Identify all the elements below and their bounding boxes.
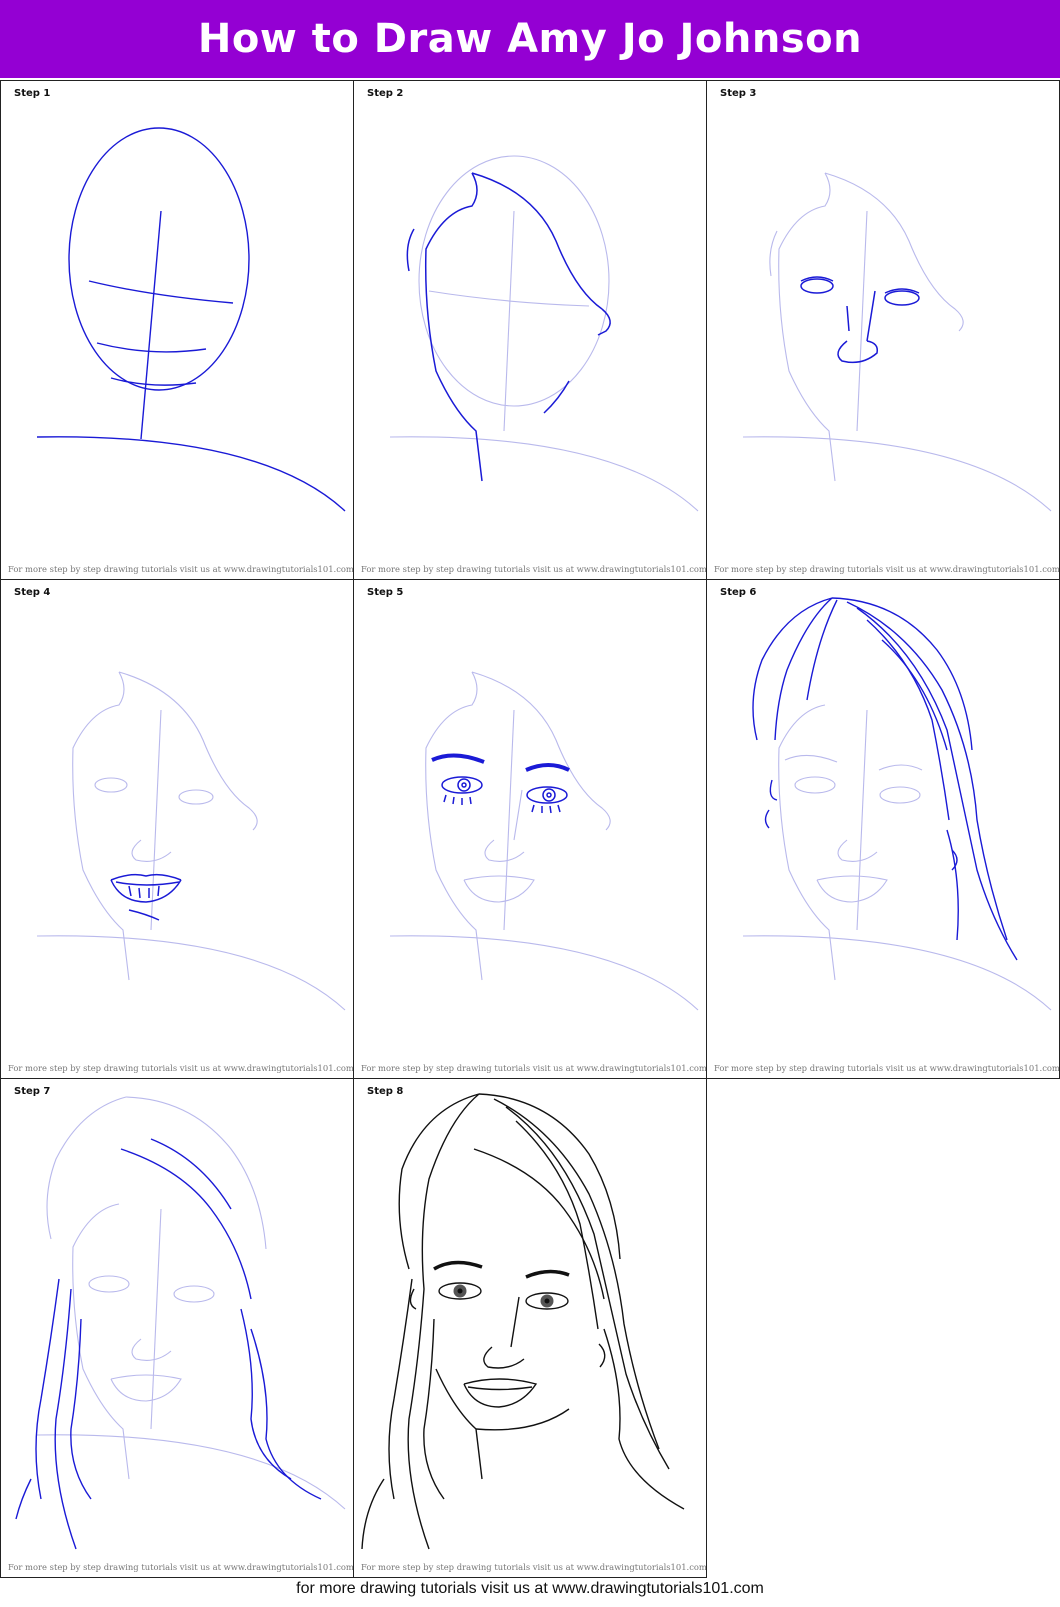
step-1-drawing: [36, 127, 346, 512]
step-8-label: Step 8: [367, 1086, 404, 1097]
step-3-label: Step 3: [720, 88, 757, 99]
step-2-label: Step 2: [367, 88, 404, 99]
step-8-panel: Step 8 For more step by step drawing tut…: [353, 1078, 707, 1578]
step-1-panel: Step 1 For more step by step drawing tut…: [0, 80, 354, 580]
step-5-label: Step 5: [367, 587, 404, 598]
step-7-credit: For more step by step drawing tutorials …: [8, 1562, 354, 1572]
step-6-panel: Step 6 For more step by step drawing tut…: [706, 579, 1060, 1079]
step-2-panel: Step 2 For more step by step drawing tut…: [353, 80, 707, 580]
step-6-label: Step 6: [720, 587, 757, 598]
page-title: How to Draw Amy Jo Johnson: [197, 16, 863, 62]
step-7-drawing: [15, 1096, 346, 1550]
step-2-credit: For more step by step drawing tutorials …: [361, 564, 707, 574]
step-5-drawing: [389, 671, 699, 1011]
title-banner: How to Draw Amy Jo Johnson: [0, 0, 1060, 78]
step-3-drawing: [742, 172, 1052, 512]
step-7-label: Step 7: [14, 1086, 51, 1097]
step-3-credit: For more step by step drawing tutorials …: [714, 564, 1060, 574]
step-4-credit: For more step by step drawing tutorials …: [8, 1063, 354, 1073]
step-5-credit: For more step by step drawing tutorials …: [361, 1063, 707, 1073]
step-1-label: Step 1: [14, 88, 51, 99]
step-1-credit: For more step by step drawing tutorials …: [8, 564, 354, 574]
footer-credit: for more drawing tutorials visit us at w…: [296, 1580, 764, 1597]
step-7-panel: Step 7 For more step by step drawing tut…: [0, 1078, 354, 1578]
step-6-drawing: [742, 597, 1052, 1011]
step-8-credit: For more step by step drawing tutorials …: [361, 1562, 707, 1572]
step-4-drawing: [36, 671, 346, 1011]
step-4-label: Step 4: [14, 587, 51, 598]
step-4-panel: Step 4 For more step by step drawing tut…: [0, 579, 354, 1079]
step-2-drawing: [389, 155, 699, 512]
step-5-panel: Step 5 For more step by step drawing tut…: [353, 579, 707, 1079]
step-6-credit: For more step by step drawing tutorials …: [714, 1063, 1060, 1073]
step-8-drawing: [361, 1093, 685, 1550]
step-3-panel: Step 3 For more step by step drawing tut…: [706, 80, 1060, 580]
